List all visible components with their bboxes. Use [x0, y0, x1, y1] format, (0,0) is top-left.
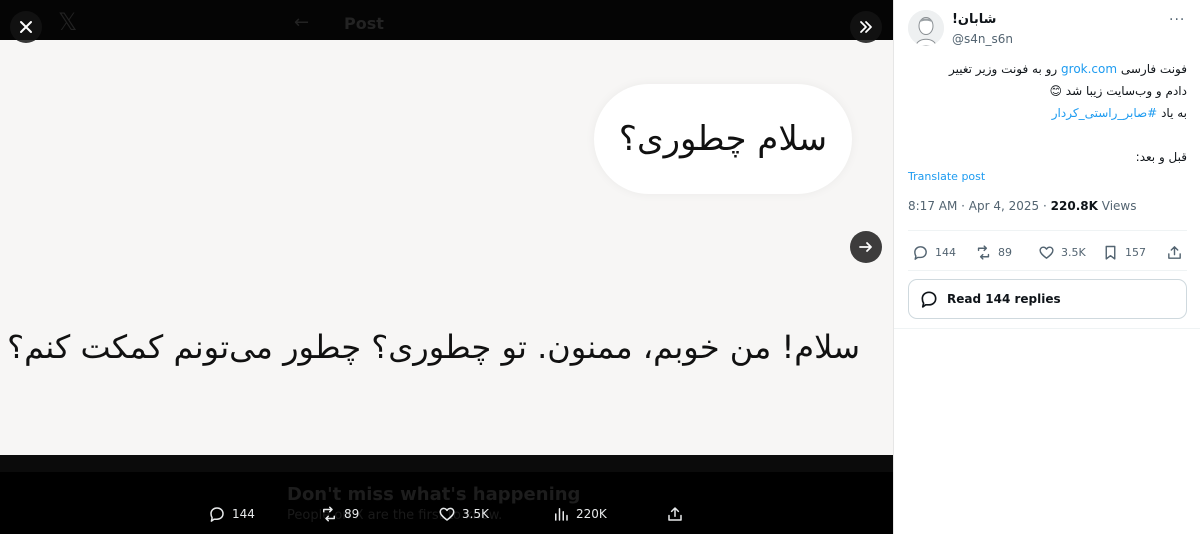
views-count: 220.8K	[1050, 199, 1098, 213]
viewer-action-bar: 144 89 3.5K 220K	[0, 500, 893, 528]
speech-bubble-icon	[914, 245, 927, 260]
tweet-line-2: دادم و وب‌سایت زیبا شد 😊	[1049, 84, 1187, 98]
share-icon	[668, 507, 682, 521]
collapse-sidebar-button[interactable]	[850, 11, 882, 43]
post-time[interactable]: 8:17 AM	[908, 199, 957, 213]
viewer-repost-count: 89	[344, 507, 360, 521]
author-handle[interactable]: @s4n_s6n	[952, 32, 1013, 46]
tweet-line-spacer	[908, 124, 1187, 146]
speech-bubble-icon	[210, 507, 224, 522]
x-logo-icon: 𝕏	[58, 8, 78, 36]
heart-icon	[1039, 245, 1054, 259]
share-icon	[1168, 245, 1181, 259]
chat-bubble: سلام چطوری؟	[594, 84, 852, 194]
media-viewer: 𝕏 ← Post سلام چطوری؟ سلام! من خوبم، ممنو…	[0, 0, 893, 534]
repost-icon	[323, 506, 335, 522]
bookmark-icon	[1105, 245, 1116, 260]
viewer-views-button[interactable]: 220K	[552, 500, 607, 528]
viewer-views-count: 220K	[576, 507, 607, 521]
tweet-line-1: فونت فارسی grok.com رو به فونت وزیر تغیی…	[908, 58, 1187, 80]
background-header: 𝕏 ← Post	[0, 0, 893, 40]
meta-separator: ·	[1043, 199, 1051, 213]
views-label: Views	[1101, 199, 1137, 213]
heart-icon	[439, 507, 455, 521]
chat-bubble-text: سلام چطوری؟	[618, 119, 828, 159]
tweet-text-segment: فونت فارسی	[1117, 62, 1187, 76]
bookmark-count: 157	[1125, 245, 1146, 259]
reply-count: 144	[935, 245, 956, 259]
like-button[interactable]: 3.5K	[1038, 240, 1086, 264]
read-replies-button[interactable]: Read 144 replies	[908, 279, 1187, 319]
grok-link[interactable]: grok.com	[1061, 62, 1117, 76]
close-button[interactable]	[10, 11, 42, 43]
share-button[interactable]	[1166, 240, 1183, 264]
more-options-button[interactable]: ···	[1169, 12, 1185, 28]
tweet-line-4: قبل و بعد:	[1135, 150, 1187, 164]
reply-button[interactable]: 144	[912, 240, 956, 264]
viewer-repost-button[interactable]: 89	[320, 500, 359, 528]
close-icon	[20, 21, 32, 33]
meta-separator: ·	[961, 199, 969, 213]
tweet-text: فونت فارسی grok.com رو به فونت وزیر تغیی…	[908, 58, 1187, 168]
translate-post-link[interactable]: Translate post	[908, 170, 985, 183]
post-meta: 8:17 AM · Apr 4, 2025 · 220.8K Views	[908, 199, 1136, 213]
repost-count: 89	[998, 245, 1012, 259]
viewer-reply-button[interactable]: 144	[208, 500, 255, 528]
repost-icon	[977, 244, 990, 260]
post-date[interactable]: Apr 4, 2025	[969, 199, 1039, 213]
back-arrow-icon: ←	[294, 12, 310, 33]
background-page-title: Post	[344, 14, 384, 33]
more-dots-icon: ···	[1169, 12, 1186, 28]
tweet-text-segment: به یاد	[1157, 106, 1187, 120]
read-replies-label: Read 144 replies	[947, 292, 1061, 306]
tweet-line-3: به یاد #صابر_راستی_کردار	[908, 102, 1187, 124]
double-chevron-right-icon	[860, 21, 872, 33]
avatar[interactable]	[908, 10, 944, 46]
post-image[interactable]: سلام چطوری؟ سلام! من خوبم، ممنون. تو چطو…	[0, 40, 893, 455]
replies-bubble-icon	[921, 291, 937, 308]
tweet-text-segment: رو به فونت وزیر تغییر	[948, 62, 1062, 76]
arrow-right-icon	[859, 242, 872, 252]
viewer-share-button[interactable]	[666, 500, 684, 528]
like-count: 3.5K	[1061, 245, 1086, 259]
avatar-portrait-icon	[908, 10, 944, 46]
post-sidebar: شابان! @s4n_s6n ··· فونت فارسی grok.com …	[893, 0, 1200, 534]
viewer-reply-count: 144	[232, 507, 255, 521]
image-bottom-strip	[0, 455, 893, 472]
viewer-like-button[interactable]: 3.5K	[438, 500, 489, 528]
divider	[894, 328, 1200, 329]
viewer-like-count: 3.5K	[462, 507, 489, 521]
next-image-button[interactable]	[850, 231, 882, 263]
hashtag-link[interactable]: #صابر_راستی_کردار	[1052, 106, 1157, 120]
author-name[interactable]: شابان!	[952, 12, 996, 27]
bar-chart-icon	[555, 508, 568, 521]
divider	[908, 270, 1187, 271]
bookmark-button[interactable]: 157	[1102, 240, 1146, 264]
repost-button[interactable]: 89	[975, 240, 1012, 264]
post-action-bar: 144 89 3.5K 157	[908, 240, 1187, 264]
answer-text: سلام! من خوبم، ممنون. تو چطوری؟ چطور می‌…	[7, 328, 860, 366]
divider	[908, 230, 1187, 231]
